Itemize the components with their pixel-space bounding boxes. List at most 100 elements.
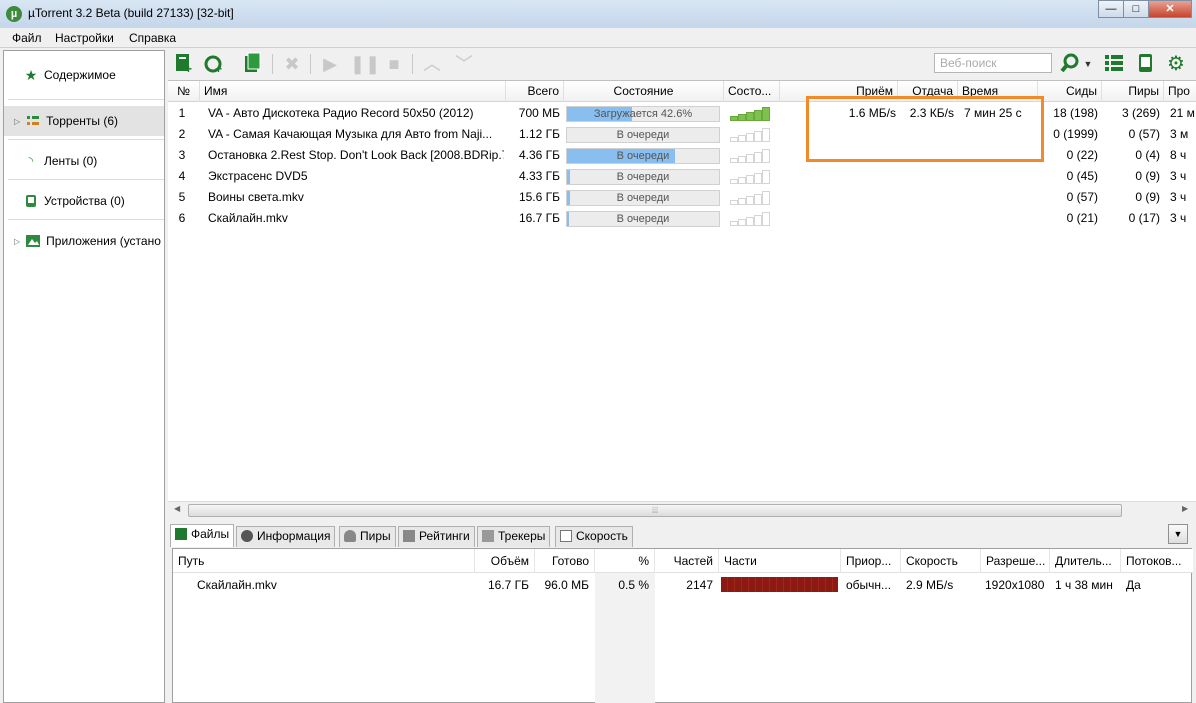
add-url-icon[interactable]: + [202,52,226,76]
torrent-extra: 8 ч [1170,148,1187,162]
col-num[interactable]: № [168,81,200,102]
remote-device-icon[interactable] [1134,52,1158,76]
col-name[interactable]: Имя [200,81,506,102]
torrent-extra: 3 ч [1170,211,1187,225]
close-button[interactable]: ✕ [1148,0,1192,18]
fcol-streamable[interactable]: Потоков... [1121,549,1193,573]
settings-gear-icon[interactable]: ⚙ [1164,52,1188,76]
files-panel: Путь Объём Готово % Частей Части Приор..… [172,548,1193,703]
col-health[interactable]: Состо... [724,81,780,102]
file-pieces: 2147 [686,578,713,592]
col-peers[interactable]: Пиры [1102,81,1164,102]
torrent-seeds: 0 (22) [1066,148,1098,162]
sidebar-item-content[interactable]: ★ Содержимое [4,60,164,90]
fcol-path[interactable]: Путь [173,549,475,573]
svg-text:+: + [215,62,222,74]
expand-arrow-icon[interactable]: ▷ [14,117,20,126]
tab-peers[interactable]: Пиры [339,526,396,547]
progress-bar: В очереди [566,169,720,185]
torrent-peers: 0 (4) [1135,148,1160,162]
menu-help[interactable]: Справка [129,31,176,45]
sidebar-item-label: Торренты (6) [46,114,118,128]
fcol-size[interactable]: Объём [475,549,535,573]
torrent-row[interactable]: 5 Воины света.mkv 15.6 ГБ 0 (57) 0 (9) 3 ч В о… [168,187,1196,208]
create-torrent-icon[interactable] [240,52,264,76]
search-dropdown-icon[interactable]: ▼ [1082,52,1094,76]
sidebar-item-label: Устройства (0) [44,194,125,208]
progress-bar: В очереди [566,127,720,143]
health-bars-icon [730,211,772,226]
list-view-icon[interactable] [1102,52,1126,76]
fcol-pieces-map[interactable]: Части [719,549,841,573]
move-up-icon[interactable]: ︿ [420,52,444,76]
health-bars-icon [730,169,772,184]
torrent-eta [964,208,1038,229]
sidebar-item-devices[interactable]: Устройства (0) [4,186,164,216]
fcol-priority[interactable]: Приор... [841,549,901,573]
web-search-input[interactable]: Веб-поиск [934,53,1052,73]
torrent-extra: 3 ч [1170,190,1187,204]
horizontal-scrollbar[interactable]: ◀ ⦙⦙⦙ ▶ [168,501,1196,518]
scroll-left-icon[interactable]: ◀ [174,504,180,513]
add-torrent-icon[interactable]: + [172,52,196,76]
ratings-icon [403,530,415,542]
torrent-name: Скайлайн.mkv [208,211,288,225]
torrent-extra: 3 ч [1170,169,1187,183]
collapse-panel-button[interactable]: ▼ [1168,524,1188,544]
status-label: В очереди [616,150,670,162]
expand-arrow-icon[interactable]: ▷ [14,237,20,246]
col-seeds[interactable]: Сиды [1038,81,1102,102]
tab-speed[interactable]: Скорость [555,526,633,547]
torrent-num: 3 [178,148,186,162]
progress-bar: В очереди [566,148,720,164]
fcol-pct[interactable]: % [595,549,655,573]
menu-file[interactable]: Файл [12,31,42,45]
start-icon[interactable]: ▶ [318,52,342,76]
speed-highlight-box [806,96,1044,162]
torrent-row[interactable]: 4 Экстрасенс DVD5 4.33 ГБ 0 (45) 0 (9) 3 ч В о… [168,166,1196,187]
col-total[interactable]: Всего [506,81,564,102]
fcol-duration[interactable]: Длитель... [1050,549,1121,573]
torrent-total: 700 МБ [518,106,560,120]
scrollbar-thumb[interactable]: ⦙⦙⦙ [188,504,1122,517]
torrent-row[interactable]: 6 Скайлайн.mkv 16.7 ГБ 0 (21) 0 (17) 3 ч В оче… [168,208,1196,229]
tab-ratings[interactable]: Рейтинги [398,526,475,547]
fcol-resolution[interactable]: Разреше... [981,549,1050,573]
search-icon[interactable] [1058,52,1082,76]
fcol-speed[interactable]: Скорость [901,549,981,573]
sidebar-item-feeds[interactable]: ◝ Ленты (0) [4,146,164,176]
file-priority: обычн... [846,578,892,592]
sidebar-item-torrents[interactable]: ▷ Торренты (6) [4,106,164,136]
torrent-name: Воины света.mkv [208,190,304,204]
status-label: Загружается 42.6% [593,108,693,120]
torrent-total: 4.33 ГБ [518,169,560,183]
sidebar-item-apps[interactable]: ▷ Приложения (устано [4,226,164,256]
peers-icon [344,530,356,542]
file-done: 96.0 МБ [544,578,589,592]
tab-trackers[interactable]: Трекеры [477,526,551,547]
maximize-button[interactable]: □ [1123,0,1149,18]
tab-info[interactable]: Информация [236,526,336,547]
col-status[interactable]: Состояние [564,81,724,102]
fcol-pieces[interactable]: Частей [655,549,719,573]
menu-settings[interactable]: Настройки [55,31,114,45]
torrent-seeds: 0 (1999) [1053,127,1098,141]
minimize-button[interactable]: — [1098,0,1124,18]
menu-bar: Файл Настройки Справка [0,28,1196,48]
scroll-right-icon[interactable]: ▶ [1182,504,1188,513]
detail-tabs: Файлы Информация Пиры Рейтинги Трекеры С… [168,524,1196,547]
sidebar-item-label: Содержимое [44,68,116,82]
file-pieces-bar [721,577,838,592]
torrent-total: 16.7 ГБ [518,211,560,225]
fcol-done[interactable]: Готово [535,549,595,573]
trackers-icon [482,530,494,542]
stop-icon[interactable]: ■ [382,52,406,76]
pause-icon[interactable]: ❚❚ [350,52,380,76]
chevron-down-icon: ▼ [1173,529,1183,539]
col-extra[interactable]: Про [1164,81,1196,102]
remove-icon[interactable]: ✖ [280,52,304,76]
move-down-icon[interactable]: ﹀ [452,52,476,76]
health-bars-icon [730,127,772,142]
utorrent-logo-icon: µ [6,6,22,22]
tab-files[interactable]: Файлы [170,524,235,547]
